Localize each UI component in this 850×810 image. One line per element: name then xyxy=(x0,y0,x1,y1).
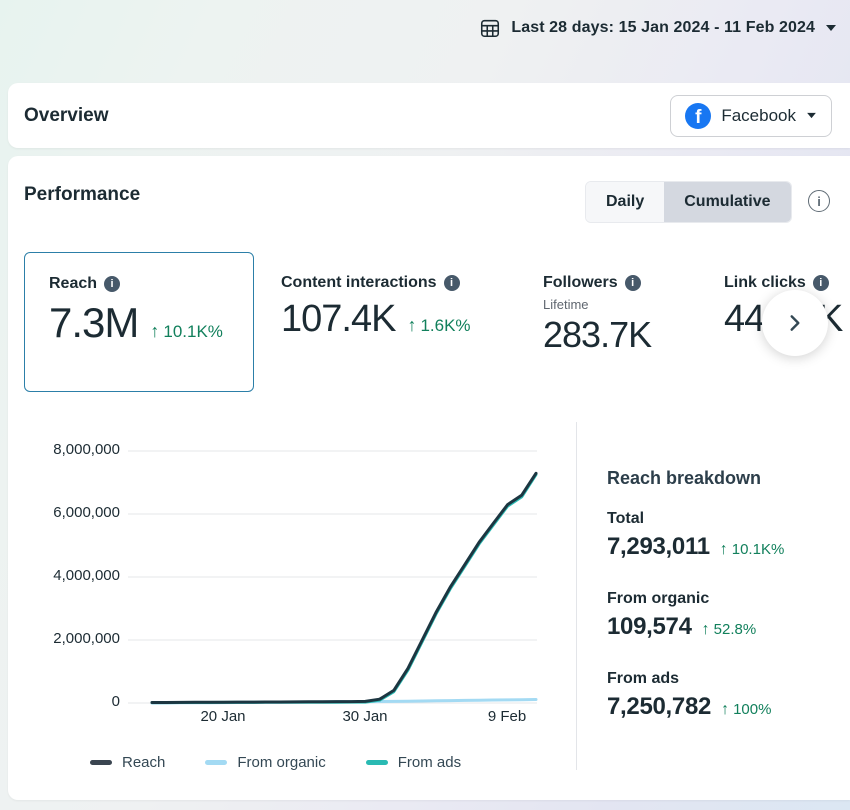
facebook-logo-icon: f xyxy=(685,103,711,129)
breakdown-title: Reach breakdown xyxy=(607,468,761,489)
chevron-down-icon xyxy=(825,24,837,32)
x-axis-tick: 20 Jan xyxy=(173,708,273,728)
chevron-right-icon xyxy=(784,312,806,334)
breakdown-delta: ↑ 52.8% xyxy=(702,621,757,639)
breakdown-value: 7,293,011 xyxy=(607,533,710,561)
y-axis-tick: 0 xyxy=(20,693,120,713)
breakdown-delta: ↑ 100% xyxy=(721,701,771,719)
overview-header: Overview f Facebook xyxy=(8,83,850,148)
metric-value: 107.4K xyxy=(281,298,395,341)
metric-delta: ↑ 1.6K% xyxy=(407,315,470,336)
page-selector-button[interactable]: f Facebook xyxy=(670,95,832,137)
legend-item-from-ads[interactable]: From ads xyxy=(366,754,461,771)
breakdown-value: 7,250,782 xyxy=(607,693,711,721)
x-axis-tick: 30 Jan xyxy=(315,708,415,728)
up-arrow-icon: ↑ xyxy=(720,541,728,559)
up-arrow-icon: ↑ xyxy=(721,701,729,719)
metric-delta: ↑ 10.1K% xyxy=(150,321,223,342)
breakdown-item-from-organic: From organic 109,574 ↑ 52.8% xyxy=(607,590,847,641)
metric-label: Content interactions xyxy=(281,274,437,292)
metric-label: Reach xyxy=(49,275,97,293)
legend-item-from-organic[interactable]: From organic xyxy=(205,754,325,771)
metric-label: Followers xyxy=(543,274,618,292)
x-axis-tick: 9 Feb xyxy=(457,708,557,728)
metric-sublabel: Lifetime xyxy=(543,297,651,312)
date-range-selector[interactable]: Last 28 days: 15 Jan 2024 - 11 Feb 2024 xyxy=(0,0,850,55)
view-toggle: Daily Cumulative xyxy=(585,181,792,223)
y-axis-tick: 4,000,000 xyxy=(20,567,120,587)
legend-item-reach[interactable]: Reach xyxy=(90,754,165,771)
y-axis-tick: 2,000,000 xyxy=(20,630,120,650)
up-arrow-icon: ↑ xyxy=(702,621,710,639)
performance-card: Performance Daily Cumulative i Reach i 7… xyxy=(8,156,850,800)
metric-card-reach[interactable]: Reach i 7.3M ↑ 10.1K% xyxy=(24,252,254,392)
info-icon[interactable]: i xyxy=(625,275,641,291)
legend-swatch-organic xyxy=(205,760,227,765)
section-title: Performance xyxy=(24,184,140,206)
metric-card-content-interactions[interactable]: Content interactions i 107.4K ↑ 1.6K% xyxy=(281,274,471,341)
chevron-down-icon xyxy=(806,112,817,119)
metric-value: 7.3M xyxy=(49,299,138,347)
metric-value: 283.7K xyxy=(543,314,651,356)
up-arrow-icon: ↑ xyxy=(150,321,159,342)
breakdown-value: 109,574 xyxy=(607,613,692,641)
legend-swatch-ads xyxy=(366,760,388,765)
info-icon[interactable]: i xyxy=(104,276,120,292)
breakdown-item-from-ads: From ads 7,250,782 ↑ 100% xyxy=(607,670,847,721)
page-selector-label: Facebook xyxy=(721,106,796,126)
page-title: Overview xyxy=(24,105,109,127)
y-axis-tick: 8,000,000 xyxy=(20,441,120,461)
reach-line-chart xyxy=(128,440,548,740)
up-arrow-icon: ↑ xyxy=(407,315,416,336)
date-range-label: Last 28 days: 15 Jan 2024 - 11 Feb 2024 xyxy=(511,19,815,37)
info-icon[interactable]: i xyxy=(444,275,460,291)
metric-value-partial: 44 xyxy=(724,298,764,341)
calendar-icon xyxy=(479,17,501,39)
performance-info-icon[interactable]: i xyxy=(808,190,830,212)
tab-daily[interactable]: Daily xyxy=(586,182,664,222)
tab-cumulative[interactable]: Cumulative xyxy=(664,182,790,222)
y-axis-tick: 6,000,000 xyxy=(20,504,120,524)
carousel-next-button[interactable] xyxy=(762,290,828,356)
info-icon[interactable]: i xyxy=(813,275,829,291)
breakdown-item-total: Total 7,293,011 ↑ 10.1K% xyxy=(607,510,847,561)
vertical-divider xyxy=(576,422,577,770)
metric-card-followers[interactable]: Followers i Lifetime 283.7K xyxy=(543,274,651,356)
chart-legend: Reach From organic From ads xyxy=(90,754,461,771)
breakdown-delta: ↑ 10.1K% xyxy=(720,541,785,559)
legend-swatch-reach xyxy=(90,760,112,765)
